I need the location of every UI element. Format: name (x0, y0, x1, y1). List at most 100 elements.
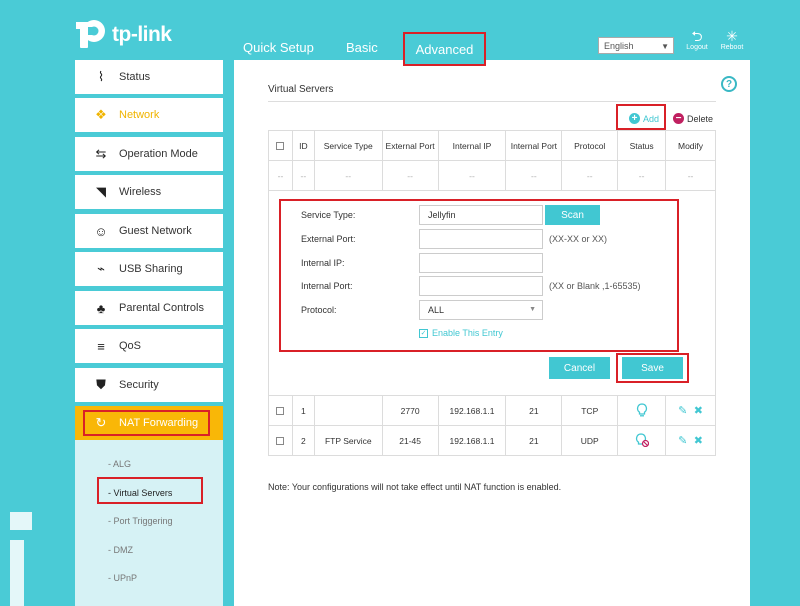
sidebar-item-usb-sharing[interactable]: ⌁ USB Sharing (75, 252, 223, 286)
column-header: Internal Port (505, 130, 563, 161)
column-header: Internal IP (437, 130, 507, 161)
protocol-label: Protocol: (301, 305, 337, 315)
table-cell-int-port: 21 (505, 425, 563, 456)
delete-button[interactable]: − Delete (673, 113, 713, 124)
reboot-label: Reboot (720, 44, 744, 51)
column-header: Modify (665, 130, 716, 161)
cancel-button[interactable]: Cancel (549, 357, 610, 379)
status-cell (617, 425, 667, 456)
sidebar-item-label: Security (119, 379, 159, 391)
table-cell: -- (561, 160, 619, 191)
modify-cell: ✎ ✖ (665, 395, 716, 426)
lightbulb-on-icon[interactable] (636, 402, 648, 417)
select-all-checkbox[interactable] (268, 130, 293, 161)
enable-entry-label: Enable This Entry (432, 328, 503, 338)
add-label: Add (643, 113, 660, 124)
service-type-input[interactable]: Jellyfin (419, 205, 543, 225)
sidebar-item-label: Wireless (119, 186, 162, 198)
scan-button[interactable]: Scan (545, 205, 600, 225)
tab-advanced[interactable]: Advanced (403, 32, 486, 66)
sidebar-item-label: Operation Mode (119, 148, 198, 160)
column-header: Service Type (313, 130, 383, 161)
internal-port-label: Internal Port: (301, 281, 353, 291)
enable-entry-checkbox[interactable]: ✓ Enable This Entry (419, 328, 503, 338)
sidebar-item-guest-network[interactable]: ☺ Guest Network (75, 214, 223, 248)
internal-port-input[interactable] (419, 276, 543, 296)
checkbox-checked-icon: ✓ (419, 328, 428, 338)
table-cell-service: FTP Service (313, 425, 383, 456)
sidebar-item-qos[interactable]: ≡ QoS (75, 329, 223, 363)
delete-label: Delete (687, 113, 714, 124)
qos-icon: ≡ (97, 338, 105, 354)
submenu-item-alg[interactable]: - ALG (108, 459, 131, 469)
external-port-label: External Port: (301, 234, 356, 244)
pulse-icon: ⌇ (97, 69, 105, 84)
family-icon: ♣ (96, 300, 106, 316)
page-title: Virtual Servers (268, 84, 334, 95)
table-cell: -- (665, 160, 716, 191)
nat-note: Note: Your configurations will not take … (268, 482, 562, 492)
row-checkbox[interactable] (268, 425, 293, 456)
save-button[interactable]: Save (622, 357, 683, 379)
table-cell-protocol: TCP (561, 395, 619, 426)
sidebar-item-nat-forwarding[interactable]: ↻ NAT Forwarding (75, 406, 223, 440)
table-cell-ext-port: 2770 (381, 395, 439, 426)
tab-quick-setup[interactable]: Quick Setup (243, 40, 314, 55)
edit-icon[interactable]: ✎ (678, 405, 687, 417)
trash-icon[interactable]: ✖ (694, 435, 703, 447)
submenu-item-dmz[interactable]: - DMZ (108, 545, 133, 555)
external-port-input[interactable] (419, 229, 543, 249)
language-select[interactable]: English ▼ (598, 37, 674, 54)
tp-link-logo-icon (74, 18, 108, 52)
sidebar-item-network[interactable]: ❖ Network (75, 98, 223, 132)
table-cell-int-port: 21 (505, 395, 563, 426)
lightbulb-off-icon[interactable] (635, 432, 649, 447)
sidebar-item-wireless[interactable]: ◥ Wireless (75, 175, 223, 209)
row-checkbox[interactable] (268, 395, 293, 426)
sidebar-item-operation-mode[interactable]: ⇆ Operation Mode (75, 137, 223, 171)
external-port-hint: (XX-XX or XX) (549, 234, 608, 244)
usb-icon: ⌁ (97, 261, 105, 276)
tab-basic[interactable]: Basic (346, 40, 378, 55)
sidebar-item-parental-controls[interactable]: ♣ Parental Controls (75, 291, 223, 325)
table-cell-service (313, 395, 383, 426)
sidebar-item-label: NAT Forwarding (119, 417, 199, 429)
logout-button[interactable]: ⮌ Logout (681, 28, 713, 51)
table-cell-ext-port: 21-45 (381, 425, 439, 456)
sidebar-item-security[interactable]: ⛊ Security (75, 368, 223, 402)
column-header: Status (617, 130, 667, 161)
table-cell: -- (313, 160, 383, 191)
add-button[interactable]: + Add (629, 113, 659, 124)
sidebar-item-label: Parental Controls (119, 302, 204, 314)
network-icon: ❖ (95, 107, 107, 122)
internal-ip-input[interactable] (419, 253, 543, 273)
protocol-select[interactable]: ALL ▼ (419, 300, 543, 320)
internal-port-hint: (XX or Blank ,1-65535) (549, 281, 641, 291)
submenu-item-port-triggering[interactable]: - Port Triggering (108, 516, 173, 526)
reboot-button[interactable]: ✳ Reboot (716, 28, 748, 51)
sidebar-item-label: Status (119, 71, 151, 83)
plus-icon: + (629, 113, 640, 124)
table-cell-ip: 192.168.1.1 (437, 425, 507, 456)
table-row: 2 FTP Service 21-45 192.168.1.1 21 UDP ✎… (268, 425, 716, 456)
modify-cell: ✎ ✖ (665, 425, 716, 456)
column-header: Protocol (561, 130, 619, 161)
sidebar-item-status[interactable]: ⌇ Status (75, 60, 223, 94)
divider (268, 101, 716, 102)
swap-icon: ⇆ (95, 146, 107, 161)
guest-icon: ☺ (94, 223, 108, 239)
column-header: External Port (381, 130, 439, 161)
submenu-item-upnp[interactable]: - UPnP (108, 573, 137, 583)
trash-icon[interactable]: ✖ (694, 405, 703, 417)
submenu-item-virtual-servers[interactable]: - Virtual Servers (108, 488, 172, 498)
logout-label: Logout (686, 44, 708, 51)
language-value: English (604, 40, 634, 51)
chevron-down-icon: ▼ (661, 42, 669, 51)
service-type-value: Jellyfin (428, 210, 456, 220)
tp-link-logo[interactable]: tp-link (74, 18, 172, 52)
table-cell-ip: 192.168.1.1 (437, 395, 507, 426)
help-icon[interactable]: ? (721, 76, 737, 92)
edit-icon[interactable]: ✎ (678, 435, 687, 447)
table-cell: -- (437, 160, 507, 191)
logout-icon: ⮌ (691, 28, 703, 44)
